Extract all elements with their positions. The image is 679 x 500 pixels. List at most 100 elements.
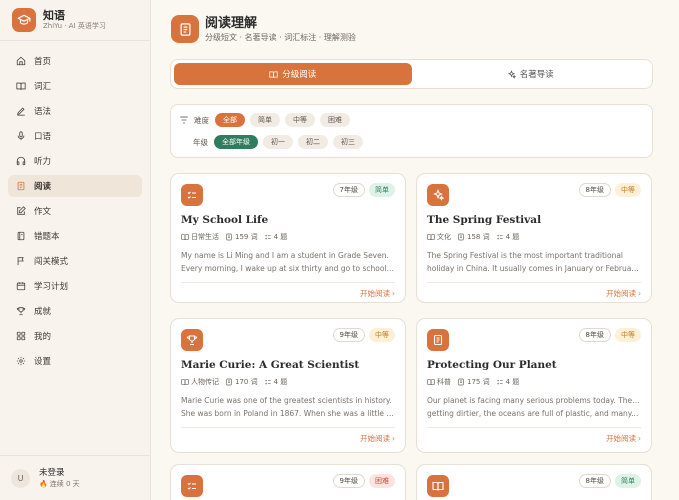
document-icon: [458, 233, 464, 241]
sidebar-item-label: 错题本: [34, 232, 60, 242]
card-divider: [427, 282, 641, 283]
sidebar-item-reading[interactable]: 阅读: [8, 175, 142, 197]
chevron-right-icon: ›: [638, 434, 641, 443]
tab-label: 分级阅读: [282, 70, 317, 80]
start-reading-link[interactable]: 开始阅读 ›: [360, 288, 395, 299]
checklist-icon: [496, 234, 503, 240]
sidebar-item-challenge[interactable]: 闯关模式: [8, 250, 142, 272]
book-open-icon: [181, 379, 189, 386]
article-card[interactable]: 7年级 简单 My School Life 日常生活 159 词 4 题 My …: [170, 173, 406, 303]
start-reading-link[interactable]: 开始阅读 ›: [606, 288, 641, 299]
sidebar-item-label: 闯关模式: [34, 257, 69, 267]
grid-icon: [16, 331, 26, 341]
tab-classics-guide[interactable]: 名著导读: [412, 63, 650, 85]
sparkle-icon: [507, 69, 516, 79]
flag-icon: [16, 256, 26, 266]
grade-chip-all[interactable]: 全部年级: [214, 135, 258, 149]
difficulty-chip-hard[interactable]: 困难: [320, 113, 350, 127]
article-question-count: 4 题: [273, 378, 288, 386]
filter-icon: [180, 116, 188, 124]
app-subtitle: ZhiYu · AI 英语学习: [43, 22, 106, 30]
sidebar-item-settings[interactable]: 设置: [8, 350, 142, 372]
article-word-count: 170 词: [235, 378, 258, 386]
difficulty-chip-all[interactable]: 全部: [215, 113, 245, 127]
start-reading-link[interactable]: 开始阅读 ›: [360, 433, 395, 444]
document-icon: [458, 378, 464, 386]
difficulty-chip-easy[interactable]: 简单: [250, 113, 280, 127]
article-category: 科普: [437, 378, 451, 386]
sidebar-item-label: 我的: [34, 332, 52, 342]
article-excerpt: My name is Li Ming and I am a student in…: [181, 251, 395, 273]
card-divider: [427, 427, 641, 428]
article-word-count: 159 词: [235, 233, 258, 241]
sidebar-item-listening[interactable]: 听力: [8, 150, 142, 172]
sidebar: 知语 ZhiYu · AI 英语学习 首页 词汇 语法 口语 听力 阅读 作文 …: [0, 0, 151, 500]
article-card[interactable]: 8年级 中等 The Spring Festival 文化 158 词 4 题 …: [416, 173, 652, 303]
article-excerpt: Our planet is facing many serious proble…: [427, 396, 641, 418]
sidebar-item-label: 口语: [34, 132, 52, 142]
streak-text: 连续 0 天: [49, 479, 80, 488]
article-category: 文化: [437, 233, 451, 241]
sidebar-item-grammar[interactable]: 语法: [8, 100, 142, 122]
article-question-count: 4 题: [273, 233, 288, 241]
gear-icon: [16, 356, 26, 366]
sidebar-item-study-plan[interactable]: 学习计划: [8, 275, 142, 297]
home-icon: [16, 56, 26, 66]
sidebar-item-speaking[interactable]: 口语: [8, 125, 142, 147]
reading-tabs: 分级阅读 名著导读: [170, 59, 653, 89]
article-card[interactable]: 8年级 简单: [416, 464, 652, 500]
grade-chip-9[interactable]: 初三: [333, 135, 363, 149]
user-name: 未登录: [39, 467, 65, 478]
chevron-right-icon: ›: [392, 289, 395, 298]
article-card[interactable]: 9年级 困难: [170, 464, 406, 500]
sidebar-item-vocabulary[interactable]: 词汇: [8, 75, 142, 97]
filter-panel: 难度 全部 简单 中等 困难 年级 全部年级 初一 初二 初三: [170, 104, 653, 158]
difficulty-badge: 简单: [369, 183, 395, 197]
book-open-icon: [269, 71, 278, 78]
article-category: 日常生活: [191, 233, 219, 241]
trophy-icon: [181, 329, 203, 351]
sidebar-item-achievements[interactable]: 成就: [8, 300, 142, 322]
trophy-icon: [16, 306, 26, 316]
article-card[interactable]: 8年级 中等 Protecting Our Planet 科普 175 词 4 …: [416, 318, 652, 453]
grade-badge: 9年级: [332, 474, 365, 488]
article-question-count: 4 题: [505, 378, 520, 386]
start-reading-link[interactable]: 开始阅读 ›: [606, 433, 641, 444]
avatar: U: [11, 468, 30, 488]
sidebar-item-label: 听力: [34, 157, 52, 167]
sidebar-item-home[interactable]: 首页: [8, 50, 142, 72]
grade-chip-8[interactable]: 初二: [298, 135, 328, 149]
page-title: 阅读理解: [205, 16, 258, 31]
grade-badge: 9年级: [332, 328, 365, 342]
grade-badge: 8年级: [578, 183, 611, 197]
sidebar-item-label: 作文: [34, 207, 52, 217]
difficulty-label: 难度: [194, 115, 209, 125]
mic-icon: [16, 131, 26, 141]
difficulty-chip-medium[interactable]: 中等: [285, 113, 315, 127]
headphones-icon: [16, 156, 26, 166]
article-category: 人物传记: [191, 378, 219, 386]
document-icon: [16, 181, 26, 191]
book-open-icon: [16, 81, 26, 91]
article-card[interactable]: 9年级 中等 Marie Curie: A Great Scientist 人物…: [170, 318, 406, 453]
book-open-icon: [427, 475, 449, 497]
flame-icon: 🔥: [39, 479, 48, 488]
graduation-cap-icon: [12, 8, 36, 32]
tab-graded-reading[interactable]: 分级阅读: [174, 63, 412, 85]
checklist-icon: [496, 379, 503, 385]
brand[interactable]: 知语 ZhiYu · AI 英语学习: [0, 0, 150, 41]
grade-chip-7[interactable]: 初一: [263, 135, 293, 149]
notebook-icon: [16, 231, 26, 241]
sidebar-item-label: 设置: [34, 357, 52, 367]
article-title: Marie Curie: A Great Scientist: [181, 359, 360, 371]
sidebar-item-mistakes[interactable]: 错题本: [8, 225, 142, 247]
page-subtitle: 分级短文 · 名著导读 · 词汇标注 · 理解测验: [205, 33, 356, 42]
tab-label: 名著导读: [519, 70, 554, 80]
difficulty-badge: 困难: [369, 474, 395, 488]
sidebar-item-label: 阅读: [34, 182, 52, 192]
sidebar-item-profile[interactable]: 我的: [8, 325, 142, 347]
sidebar-item-writing[interactable]: 作文: [8, 200, 142, 222]
grade-badge: 8年级: [578, 474, 611, 488]
user-panel[interactable]: U 未登录 🔥 连续 0 天: [0, 455, 150, 500]
chevron-right-icon: ›: [638, 289, 641, 298]
